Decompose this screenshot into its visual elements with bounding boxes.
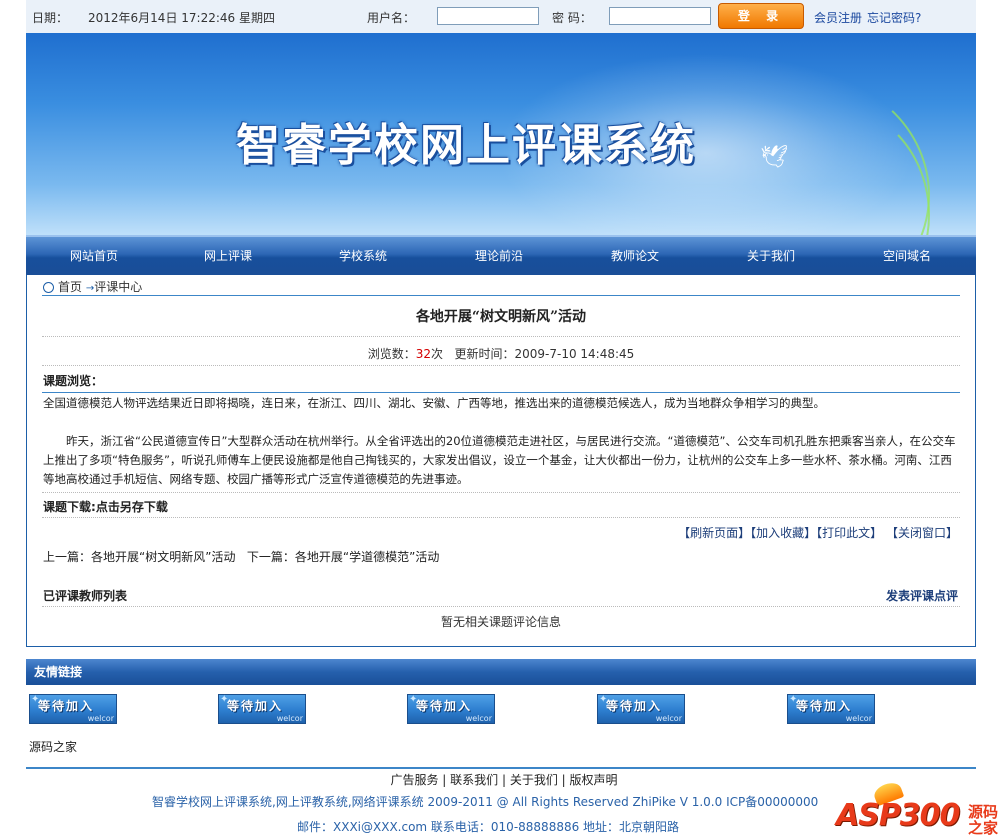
forgot-password-link[interactable]: 忘记密码?	[867, 9, 921, 26]
next-article-link[interactable]: 各地开展“学道德模范”活动	[295, 550, 439, 564]
asp300-logo: ASP300 源码 之家	[836, 779, 1008, 838]
article-meta: 浏览数：32次 更新时间：2009-7-10 14:48:45	[42, 345, 960, 362]
nav-item-school-system[interactable]: 学校系统	[295, 247, 431, 264]
divider	[42, 492, 960, 493]
views-count: 32	[415, 347, 431, 361]
logo-subtext: 源码 之家	[968, 804, 998, 836]
copyright-text: 智睿学校网上评课系统,网上评教系统,网络评课系统 2009-2011 @ All…	[152, 795, 819, 809]
no-comment-text: 暂无相关课题评论信息	[440, 615, 561, 629]
add-favorite-link[interactable]: 【加入收藏】	[750, 526, 816, 540]
footer-link-about[interactable]: 关于我们	[510, 773, 558, 787]
article-paragraph: 全国道德模范人物评选结果近日即将揭晓，连日来，在浙江、四川、湖北、安徽、广西等地…	[43, 396, 825, 410]
main-nav: 网站首页 网上评课 学校系统 理论前沿 教师论文 关于我们 空间域名	[26, 235, 976, 275]
download-label: 课题下载:	[43, 500, 96, 514]
divider	[42, 392, 960, 393]
site-title: 智睿学校网上评课系统	[236, 120, 696, 171]
download-link[interactable]: 点击另存下载	[96, 500, 168, 514]
nav-item-home[interactable]: 网站首页	[26, 247, 162, 264]
contact-info: 邮件：XXXi@XXX.com 联系电话：010-88888886 地址：北京朝…	[297, 820, 680, 834]
reviewed-teachers-title: 已评课教师列表	[43, 589, 128, 603]
badge-text: 等待加入	[796, 699, 853, 713]
friend-link-badge[interactable]: ✦ 等待加入 welcor	[407, 694, 495, 724]
views-unit: 次	[431, 347, 444, 361]
nav-item-about[interactable]: 关于我们	[703, 247, 839, 264]
print-article-link[interactable]: 【打印此文】	[816, 526, 882, 540]
close-window-link[interactable]: 【关闭窗口】	[886, 526, 958, 540]
article-paragraph: 昨天，浙江省“公民道德宣传日”大型群众活动在杭州举行。从全省评选出的20位道德模…	[43, 434, 956, 486]
circle-icon	[43, 282, 54, 293]
nav-item-theory[interactable]: 理论前沿	[431, 247, 567, 264]
divider	[42, 517, 960, 518]
badge-text: 等待加入	[38, 699, 95, 713]
views-label: 浏览数：	[367, 347, 416, 361]
friend-links-header: 友情链接	[26, 659, 976, 685]
register-link[interactable]: 会员注册	[814, 9, 862, 26]
friend-text-link[interactable]: 源码之家	[29, 738, 77, 755]
updated-value: 2009-7-10 14:48:45	[514, 347, 635, 361]
badge-subtext: welcor	[276, 714, 303, 723]
friend-link-badge[interactable]: ✦ 等待加入 welcor	[29, 694, 117, 724]
article-title: 各地开展“树文明新风”活动	[415, 309, 587, 325]
badge-subtext: welcor	[87, 714, 114, 723]
prev-article-link[interactable]: 各地开展“树文明新风”活动	[91, 550, 235, 564]
nav-item-domain[interactable]: 空间域名	[839, 247, 975, 264]
logo-subtext-line2: 之家	[968, 819, 999, 837]
site-banner: 智睿学校网上评课系统 🕊	[26, 33, 976, 235]
footer-link-contact[interactable]: 联系我们	[450, 773, 498, 787]
preview-label: 课题浏览：	[43, 374, 104, 388]
article-actions: 【刷新页面】【加入收藏】【打印此文】 【关闭窗口】	[678, 524, 958, 541]
password-input[interactable]	[609, 7, 711, 25]
login-button[interactable]: 登 录	[718, 3, 804, 29]
username-label: 用户名：	[367, 11, 416, 25]
footer-divider	[26, 767, 976, 769]
updated-label: 更新时间：	[454, 347, 515, 361]
badge-text: 等待加入	[606, 699, 663, 713]
logo-text: ASP300	[836, 798, 960, 833]
footer-link-ads[interactable]: 广告服务	[390, 773, 438, 787]
dove-icon: 🕊	[760, 145, 788, 170]
date-label: 日期：	[32, 11, 69, 25]
nav-item-teacher-papers[interactable]: 教师论文	[567, 247, 703, 264]
badge-text: 等待加入	[227, 699, 284, 713]
badge-subtext: welcor	[655, 714, 682, 723]
prev-next-nav: 上一篇：各地开展“树文明新风”活动 下一篇：各地开展“学道德模范”活动	[43, 548, 439, 565]
password-label: 密 码：	[552, 11, 592, 25]
badge-subtext: welcor	[465, 714, 492, 723]
friend-link-badge[interactable]: ✦ 等待加入 welcor	[597, 694, 685, 724]
breadcrumb-home[interactable]: 首页	[58, 280, 82, 294]
divider	[42, 365, 960, 366]
refresh-page-link[interactable]: 【刷新页面】	[678, 526, 750, 540]
arrow-right-icon: →	[85, 283, 95, 294]
post-review-link[interactable]: 发表评课点评	[886, 587, 958, 604]
divider	[42, 606, 960, 607]
top-bar: 日期： 2012年6月14日 17:22:46 星期四 用户名： 密 码： 登 …	[26, 0, 976, 34]
main-content: 首页 →评课中心 各地开展“树文明新风”活动 浏览数：32次 更新时间：2009…	[26, 275, 976, 647]
breadcrumb: 首页 →评课中心	[43, 278, 142, 295]
footer-link-copyright[interactable]: 版权声明	[570, 773, 618, 787]
nav-item-online-review[interactable]: 网上评课	[160, 247, 296, 264]
divider	[42, 336, 960, 337]
prev-label: 上一篇：	[43, 550, 92, 564]
username-input[interactable]	[437, 7, 539, 25]
friend-link-badge[interactable]: ✦ 等待加入 welcor	[787, 694, 875, 724]
date-value: 2012年6月14日 17:22:46 星期四	[88, 11, 275, 25]
divider	[42, 295, 960, 296]
next-label: 下一篇：	[246, 550, 295, 564]
download-row: 课题下载:点击另存下载	[43, 498, 168, 515]
friend-link-badge[interactable]: ✦ 等待加入 welcor	[218, 694, 306, 724]
breadcrumb-current[interactable]: 评课中心	[94, 280, 142, 294]
badge-text: 等待加入	[416, 699, 473, 713]
badge-subtext: welcor	[845, 714, 872, 723]
